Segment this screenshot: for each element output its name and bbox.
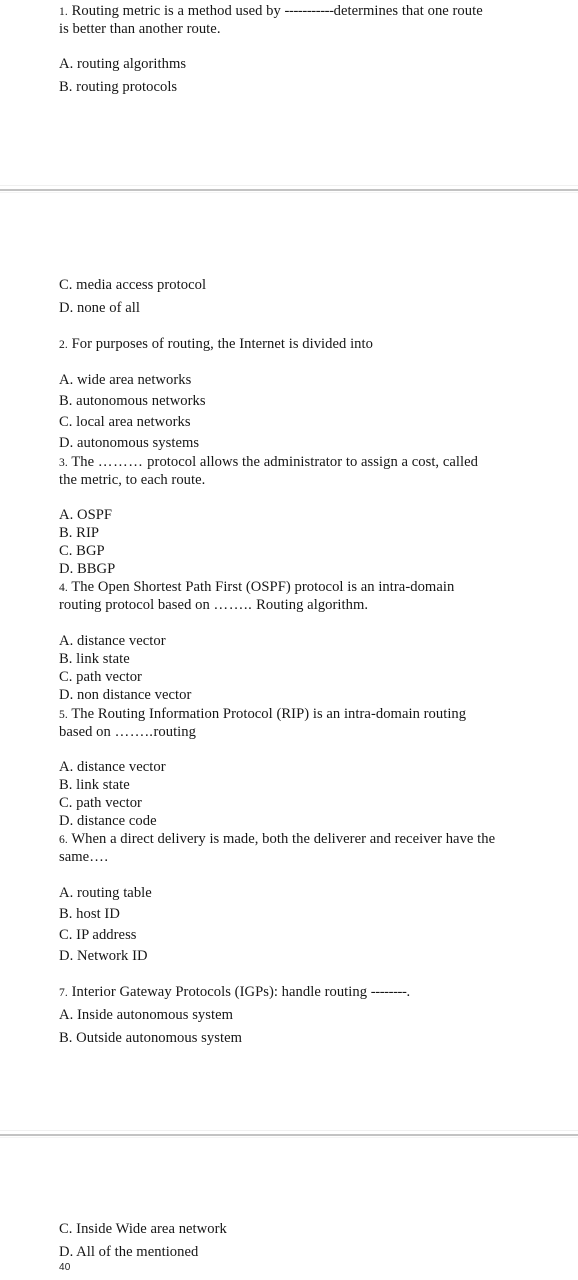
question-3-option-c: C. BGP bbox=[59, 543, 105, 559]
question-5-text-part-2: based on bbox=[59, 724, 115, 740]
question-3-text-part-1: The bbox=[67, 454, 98, 470]
question-6-option-a: A. routing table bbox=[59, 885, 152, 901]
question-1-line-1: 1. Routing metric is a method used by --… bbox=[59, 2, 483, 21]
question-5-text-part-1: The Routing Information Protocol (RIP) i… bbox=[67, 706, 467, 722]
question-7-option-b: B. Outside autonomous system bbox=[59, 1030, 243, 1046]
question-4-text-part-1: The Open Shortest Path First (OSPF) prot… bbox=[67, 579, 455, 595]
question-5-text-part-3: routing bbox=[153, 724, 196, 740]
question-5-number: 5. bbox=[59, 708, 68, 721]
question-6-text-part-1: When a direct delivery is made, both the… bbox=[67, 831, 496, 847]
question-1-blank-dashes: ----------- bbox=[284, 3, 334, 19]
question-5-option-c: C. path vector bbox=[59, 795, 142, 811]
question-2-option-d: D. autonomous systems bbox=[59, 435, 200, 451]
question-7-blank-dashes: -------- bbox=[370, 984, 407, 1000]
document-page: 1. Routing metric is a method used by --… bbox=[0, 0, 578, 1280]
page-number: 40 bbox=[59, 1262, 71, 1273]
question-2-option-a: A. wide area networks bbox=[59, 372, 192, 388]
question-6-text-part-2: same bbox=[59, 849, 90, 865]
question-3-line-1: 3. The ……… protocol allows the administr… bbox=[59, 453, 478, 472]
question-2-option-c: C. local area networks bbox=[59, 414, 191, 430]
question-6-option-d: D. Network ID bbox=[59, 948, 148, 964]
question-5-line-1: 5. The Routing Information Protocol (RIP… bbox=[59, 705, 466, 724]
question-1-number: 1. bbox=[59, 5, 68, 18]
question-3-line-2: the metric, to each route. bbox=[59, 472, 206, 488]
question-6-number: 6. bbox=[59, 833, 68, 846]
question-2-number: 2. bbox=[59, 338, 68, 351]
question-2-text: For purposes of routing, the Internet is… bbox=[67, 336, 373, 352]
question-3-option-a: A. OSPF bbox=[59, 507, 113, 523]
question-4-blank-dots: …….. bbox=[213, 597, 253, 613]
question-4-text-part-2: routing protocol based on bbox=[59, 597, 214, 613]
question-5-blank-dots: …….. bbox=[114, 724, 154, 740]
question-7-text-part-1: Interior Gateway Protocols (IGPs): handl… bbox=[67, 984, 371, 1000]
question-4-option-c: C. path vector bbox=[59, 669, 142, 685]
question-1-text-part-1: Routing metric is a method used by bbox=[67, 3, 285, 19]
question-4-number: 4. bbox=[59, 581, 68, 594]
question-3-text-part-2: protocol allows the administrator to ass… bbox=[143, 454, 478, 470]
question-5-line-2: based on ……..routing bbox=[59, 723, 196, 741]
question-4-option-b: B. link state bbox=[59, 651, 130, 667]
question-4-line-1: 4. The Open Shortest Path First (OSPF) p… bbox=[59, 578, 454, 597]
question-1-text-part-2: determines that one route bbox=[333, 3, 483, 19]
question-1-option-b: B. routing protocols bbox=[59, 79, 178, 95]
question-5-option-d: D. distance code bbox=[59, 813, 157, 829]
question-2-option-b: B. autonomous networks bbox=[59, 393, 206, 409]
question-7-option-c: C. Inside Wide area network bbox=[59, 1221, 227, 1237]
question-7-number: 7. bbox=[59, 986, 68, 999]
question-2-line-1: 2. For purposes of routing, the Internet… bbox=[59, 335, 373, 354]
question-6-option-b: B. host ID bbox=[59, 906, 120, 922]
question-4-option-d: D. non distance vector bbox=[59, 687, 192, 703]
page-break-separator-2 bbox=[0, 1130, 578, 1138]
page-break-separator-1 bbox=[0, 185, 578, 193]
question-3-option-d: D. BBGP bbox=[59, 561, 116, 577]
question-3-option-b: B. RIP bbox=[59, 525, 100, 541]
question-3-blank-dots: ……… bbox=[97, 454, 144, 470]
question-3-number: 3. bbox=[59, 456, 68, 469]
question-6-option-c: C. IP address bbox=[59, 927, 137, 943]
question-4-option-a: A. distance vector bbox=[59, 633, 166, 649]
question-5-option-a: A. distance vector bbox=[59, 759, 166, 775]
question-7-option-a: A. Inside autonomous system bbox=[59, 1007, 234, 1023]
question-4-text-part-3: Routing algorithm. bbox=[252, 597, 369, 613]
question-7-option-d: D. All of the mentioned bbox=[59, 1244, 199, 1260]
question-1-option-a: A. routing algorithms bbox=[59, 56, 187, 72]
question-1-option-c: C. media access protocol bbox=[59, 277, 207, 293]
question-7-line-1: 7. Interior Gateway Protocols (IGPs): ha… bbox=[59, 983, 410, 1002]
question-1-line-2: is better than another route. bbox=[59, 21, 221, 37]
question-4-line-2: routing protocol based on …….. Routing a… bbox=[59, 596, 368, 614]
question-5-option-b: B. link state bbox=[59, 777, 130, 793]
question-6-blank-dots: …. bbox=[89, 849, 109, 865]
question-6-line-1: 6. When a direct delivery is made, both … bbox=[59, 830, 495, 849]
question-1-option-d: D. none of all bbox=[59, 300, 140, 316]
question-6-line-2: same…. bbox=[59, 848, 109, 866]
question-7-text-part-2: . bbox=[406, 984, 411, 1000]
